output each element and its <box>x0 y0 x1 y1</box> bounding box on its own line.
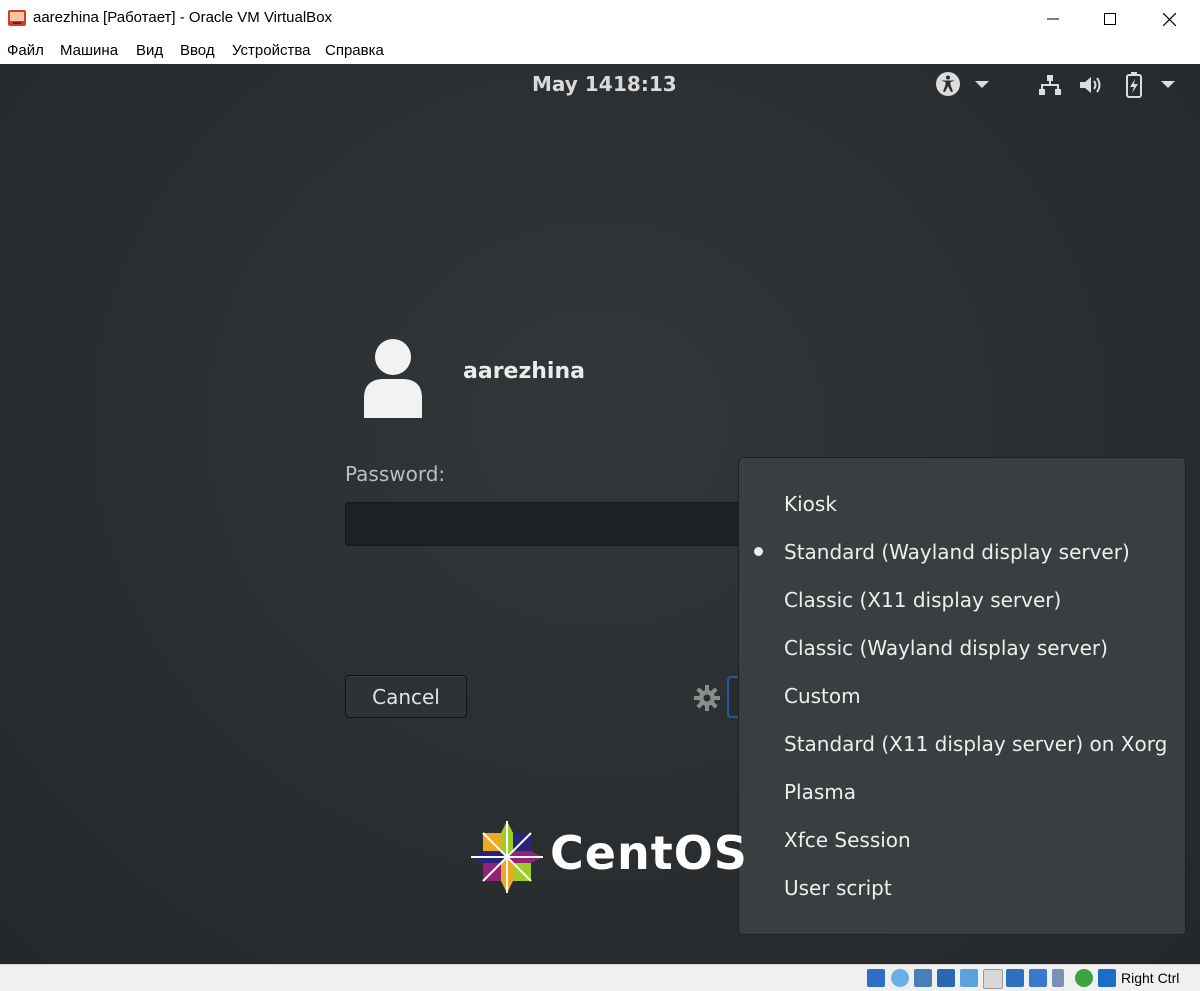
close-button[interactable] <box>1140 0 1198 38</box>
maximize-icon <box>1104 13 1116 25</box>
minimize-button[interactable] <box>1024 0 1082 38</box>
session-item-classic-x11[interactable]: Classic (X11 display server) <box>784 588 1061 612</box>
network-adapter-icon[interactable] <box>937 969 955 987</box>
battery-icon[interactable] <box>1125 71 1143 99</box>
menu-bar: Файл Машина Вид Ввод Устройства Справка <box>0 38 1200 65</box>
host-key-label: Right Ctrl <box>1121 970 1180 986</box>
vm-display[interactable]: May 14 18:13 aarezhina Password: Cancel <box>0 64 1200 964</box>
session-item-custom[interactable]: Custom <box>784 684 861 708</box>
username-label: aarezhina <box>463 359 585 384</box>
video-capture-icon[interactable] <box>1029 969 1047 987</box>
session-menu: Kiosk Standard (Wayland display server) … <box>738 457 1186 935</box>
chevron-down-icon[interactable] <box>1161 81 1175 89</box>
cancel-button[interactable]: Cancel <box>345 675 467 718</box>
display-icon[interactable] <box>1006 969 1024 987</box>
keyboard-icon[interactable] <box>1098 969 1116 987</box>
window-title: aarezhina [Работает] - Oracle VM Virtual… <box>33 9 333 26</box>
vm-statusbar: Right Ctrl <box>0 964 1200 991</box>
password-label: Password: <box>345 462 446 486</box>
menu-input[interactable]: Ввод <box>180 42 215 59</box>
hard-disk-icon[interactable] <box>867 969 885 987</box>
menu-view[interactable]: Вид <box>136 42 163 59</box>
cpu-icon[interactable] <box>1052 969 1064 987</box>
clock-time[interactable]: 18:13 <box>613 72 677 96</box>
minimize-icon <box>1047 18 1059 20</box>
session-item-user-script[interactable]: User script <box>784 876 892 900</box>
session-item-plasma[interactable]: Plasma <box>784 780 856 804</box>
virtualbox-app-icon <box>8 10 26 26</box>
usb-icon[interactable] <box>960 969 978 987</box>
close-icon <box>1162 12 1176 26</box>
mouse-integration-icon[interactable] <box>1075 969 1093 987</box>
menu-help[interactable]: Справка <box>325 42 384 59</box>
selected-bullet-icon <box>754 547 763 556</box>
password-input[interactable] <box>345 502 765 546</box>
centos-logo-icon <box>471 821 543 893</box>
chevron-down-icon[interactable] <box>975 81 989 89</box>
session-item-classic-wayland[interactable]: Classic (Wayland display server) <box>784 636 1108 660</box>
optical-drive-icon[interactable] <box>891 969 909 987</box>
gear-icon[interactable] <box>694 685 720 711</box>
window-titlebar: aarezhina [Работает] - Oracle VM Virtual… <box>0 0 1200 38</box>
menu-devices[interactable]: Устройства <box>232 42 310 59</box>
session-item-standard-xorg[interactable]: Standard (X11 display server) on Xorg <box>784 732 1167 756</box>
user-avatar-icon <box>364 339 422 418</box>
session-item-standard-wayland[interactable]: Standard (Wayland display server) <box>784 540 1130 564</box>
session-item-xfce[interactable]: Xfce Session <box>784 828 911 852</box>
accessibility-icon[interactable] <box>935 71 961 97</box>
network-icon[interactable] <box>1038 73 1062 97</box>
session-item-kiosk[interactable]: Kiosk <box>784 492 837 516</box>
clock-date[interactable]: May 14 <box>532 72 613 96</box>
shared-folder-icon[interactable] <box>983 969 1003 989</box>
menu-file[interactable]: Файл <box>7 42 44 59</box>
menu-machine[interactable]: Машина <box>60 42 118 59</box>
volume-icon[interactable] <box>1078 73 1104 97</box>
maximize-button[interactable] <box>1081 0 1139 38</box>
audio-icon[interactable] <box>914 969 932 987</box>
centos-wordmark: CentOS <box>550 826 748 880</box>
